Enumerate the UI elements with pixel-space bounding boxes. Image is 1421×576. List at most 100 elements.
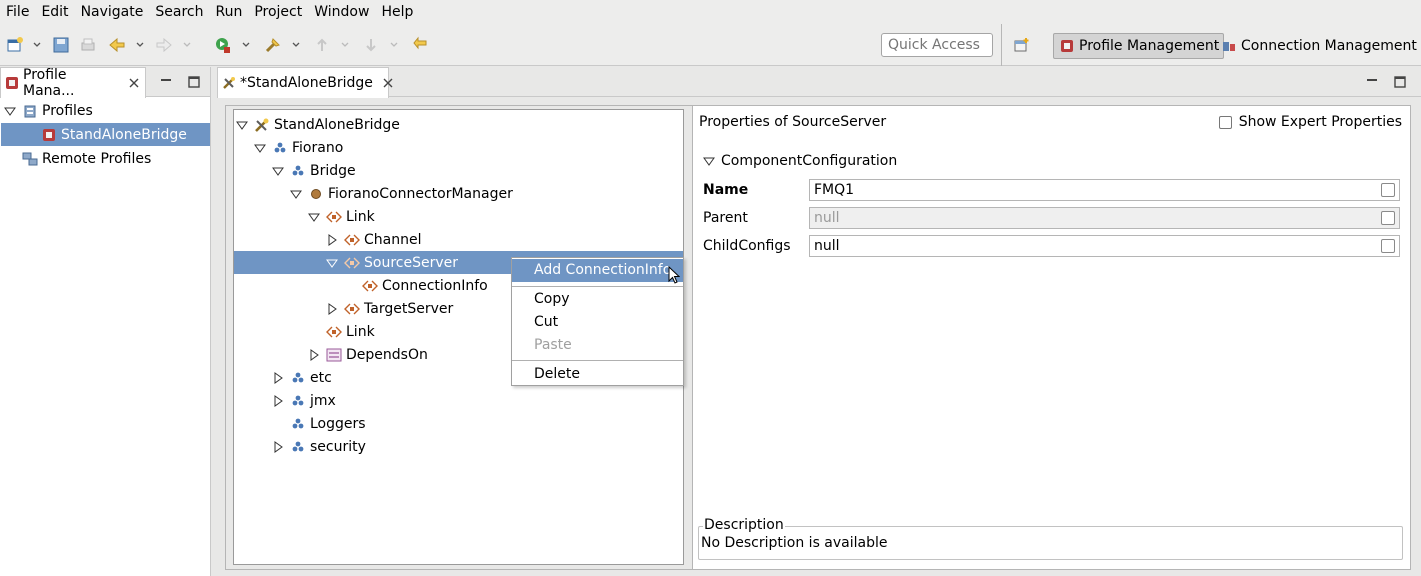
menu-edit[interactable]: Edit xyxy=(35,0,74,24)
tree-item-link[interactable]: Link xyxy=(234,205,683,228)
package-icon xyxy=(272,140,288,156)
collapse-arrow-icon[interactable] xyxy=(290,188,302,200)
menu-run[interactable]: Run xyxy=(209,0,248,24)
section-component-configuration[interactable]: ComponentConfiguration xyxy=(703,153,897,169)
menu-search[interactable]: Search xyxy=(149,0,209,24)
checkbox-label: Show Expert Properties xyxy=(1238,114,1402,130)
dependency-icon xyxy=(326,347,342,363)
close-icon[interactable] xyxy=(383,78,393,88)
profile-management-perspective-button[interactable]: Profile Management xyxy=(1053,33,1225,59)
package-icon xyxy=(290,370,306,386)
checkbox-box[interactable] xyxy=(1218,115,1232,129)
minimize-icon[interactable] xyxy=(160,76,172,88)
view-splitter[interactable] xyxy=(210,67,217,576)
chevron-down-icon[interactable] xyxy=(390,41,398,49)
collapse-arrow-icon[interactable] xyxy=(254,142,266,154)
show-expert-properties-checkbox[interactable]: Show Expert Properties xyxy=(1218,114,1402,130)
connection-management-perspective-button[interactable]: Connection Management xyxy=(1216,33,1421,59)
chevron-down-icon[interactable] xyxy=(136,41,144,49)
menu-help[interactable]: Help xyxy=(375,0,419,24)
print-icon[interactable] xyxy=(79,36,97,54)
menu-bar: File Edit Navigate Search Run Project Wi… xyxy=(0,0,1421,24)
menu-item-delete[interactable]: Delete xyxy=(512,363,683,386)
maximize-icon[interactable] xyxy=(188,76,200,88)
forward-icon[interactable] xyxy=(155,36,173,54)
expand-arrow-icon[interactable] xyxy=(326,233,338,246)
next-annotation-icon[interactable] xyxy=(313,36,331,54)
tree-item-security[interactable]: security xyxy=(234,435,683,458)
element-icon xyxy=(344,301,360,317)
tab-label: Profile Mana... xyxy=(23,67,75,99)
expand-arrow-icon[interactable] xyxy=(308,348,320,361)
edit-checkbox[interactable] xyxy=(1381,183,1395,197)
chevron-down-icon[interactable] xyxy=(341,41,349,49)
component-icon xyxy=(308,186,324,202)
tree-item-jmx[interactable]: jmx xyxy=(234,389,683,412)
name-field[interactable]: FMQ1 xyxy=(809,179,1400,201)
tab-standalone-bridge[interactable]: *StandAloneBridge xyxy=(217,67,393,98)
tree-item-root[interactable]: StandAloneBridge xyxy=(234,113,683,136)
tree-item-channel[interactable]: Channel xyxy=(234,228,683,251)
expand-arrow-icon[interactable] xyxy=(326,302,338,315)
previous-annotation-icon[interactable] xyxy=(362,36,380,54)
collapse-arrow-icon[interactable] xyxy=(308,211,320,223)
tree-item-loggers[interactable]: Loggers xyxy=(234,412,683,435)
menu-project[interactable]: Project xyxy=(248,0,308,24)
open-perspective-icon[interactable] xyxy=(1013,36,1031,54)
tab-profile-management[interactable]: Profile Mana... xyxy=(0,67,146,99)
expand-arrow-icon[interactable] xyxy=(272,394,284,407)
tree-item-label: SourceServer xyxy=(364,254,458,271)
parent-label: Parent xyxy=(703,210,748,226)
bridge-profile-icon xyxy=(41,127,57,143)
quick-access-input[interactable] xyxy=(881,33,993,57)
edit-checkbox[interactable] xyxy=(1381,239,1395,253)
last-edit-icon[interactable] xyxy=(412,36,430,54)
menu-window[interactable]: Window xyxy=(308,0,375,24)
chevron-down-icon[interactable] xyxy=(292,41,300,49)
close-icon[interactable] xyxy=(129,78,139,88)
menu-file[interactable]: File xyxy=(0,0,35,24)
expand-arrow-icon[interactable] xyxy=(272,440,284,453)
menu-item-cut[interactable]: Cut xyxy=(512,311,683,334)
back-icon[interactable] xyxy=(108,36,126,54)
tree-item-bridge[interactable]: Bridge xyxy=(234,159,683,182)
menu-item-add-connection-info[interactable]: Add ConnectionInfo xyxy=(512,259,683,282)
edit-checkbox[interactable] xyxy=(1381,211,1395,225)
context-menu: Add ConnectionInfo Copy Cut Paste Delete xyxy=(511,257,684,386)
tree-item-label: jmx xyxy=(310,392,336,409)
tree-item-connector-manager[interactable]: FioranoConnectorManager xyxy=(234,182,683,205)
profile-management-icon xyxy=(5,76,19,90)
chevron-down-icon[interactable] xyxy=(183,41,191,49)
menu-navigate[interactable]: Navigate xyxy=(75,0,150,24)
tree-item-fiorano[interactable]: Fiorano xyxy=(234,136,683,159)
tree-item-label: Fiorano xyxy=(292,139,344,156)
minimize-icon[interactable] xyxy=(1366,76,1378,88)
collapse-arrow-icon[interactable] xyxy=(236,119,248,131)
parent-value: null xyxy=(814,210,840,226)
element-icon xyxy=(326,209,342,225)
tool-icon[interactable] xyxy=(264,36,282,54)
tree-item-remote-profiles[interactable]: Remote Profiles xyxy=(0,147,210,170)
collapse-arrow-icon[interactable] xyxy=(326,257,338,269)
tree-item-label: security xyxy=(310,438,366,455)
properties-panel: Properties of SourceServer Show Expert P… xyxy=(692,106,1410,569)
collapse-arrow-icon[interactable] xyxy=(703,155,715,167)
tree-item-profiles[interactable]: Profiles xyxy=(0,99,210,122)
new-icon[interactable] xyxy=(6,36,24,54)
chevron-down-icon[interactable] xyxy=(242,41,250,49)
run-icon[interactable] xyxy=(214,36,232,54)
package-icon xyxy=(290,163,306,179)
childconfigs-field[interactable]: null xyxy=(809,235,1400,257)
expand-arrow-icon[interactable] xyxy=(272,371,284,384)
element-icon xyxy=(344,255,360,271)
menu-item-copy[interactable]: Copy xyxy=(512,288,683,311)
collapse-arrow-icon[interactable] xyxy=(4,105,16,117)
chevron-down-icon[interactable] xyxy=(33,41,41,49)
section-title: ComponentConfiguration xyxy=(721,153,898,169)
package-icon xyxy=(290,416,306,432)
collapse-arrow-icon[interactable] xyxy=(272,165,284,177)
tree-item-label: ConnectionInfo xyxy=(382,277,488,294)
save-icon[interactable] xyxy=(52,36,70,54)
tree-item-standalone-bridge[interactable]: StandAloneBridge xyxy=(1,123,210,146)
maximize-icon[interactable] xyxy=(1394,76,1406,88)
